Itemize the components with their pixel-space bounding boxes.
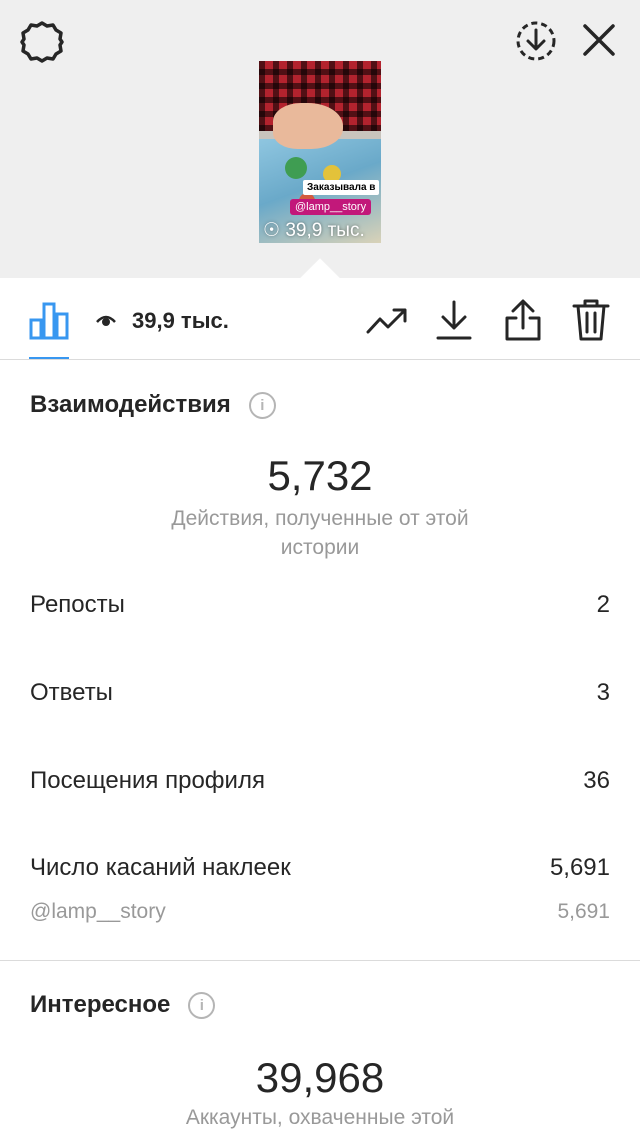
interactions-title: Взаимодействия bbox=[30, 391, 231, 418]
reposts-label: Репосты bbox=[30, 591, 125, 618]
discovery-section-title: Интересное i bbox=[30, 991, 216, 1019]
trend-up-icon[interactable] bbox=[366, 305, 408, 335]
info-icon[interactable]: i bbox=[188, 991, 216, 1019]
gear-icon[interactable] bbox=[20, 20, 64, 64]
discovery-title: Интересное bbox=[30, 991, 171, 1018]
sticker-mention-value: 5,691 bbox=[557, 900, 610, 923]
sticker-taps-value: 5,691 bbox=[549, 854, 610, 881]
replies-label: Ответы bbox=[30, 679, 113, 706]
reposts-value: 2 bbox=[596, 591, 610, 618]
interactions-total: 5,732 bbox=[267, 452, 373, 499]
eye-icon bbox=[96, 315, 116, 326]
thumbnail-views: ☉ 39,9 тыс. bbox=[263, 219, 365, 242]
discovery-total: 39,968 bbox=[255, 1054, 385, 1101]
profile-visits-label: Посещения профиля bbox=[30, 767, 265, 794]
active-tab-indicator bbox=[29, 357, 69, 359]
toolbar-views: 39,9 тыс. bbox=[96, 308, 229, 334]
interactions-caption: Действия, полученные от этой истории bbox=[171, 507, 469, 559]
download-circle-icon[interactable] bbox=[515, 20, 557, 62]
replies-value: 3 bbox=[596, 679, 610, 706]
trash-icon[interactable] bbox=[572, 298, 610, 342]
section-divider bbox=[0, 960, 640, 961]
eye-icon: ☉ bbox=[263, 220, 281, 241]
views-count: 39,9 тыс. bbox=[132, 308, 229, 333]
mention-sticker: @lamp__story bbox=[290, 199, 372, 215]
sticker-mention-label: @lamp__story bbox=[30, 900, 166, 923]
interactions-section-title: Взаимодействия i bbox=[30, 391, 276, 419]
share-icon[interactable] bbox=[504, 298, 542, 342]
sticker-taps-label: Число касаний наклеек bbox=[30, 854, 291, 881]
info-icon[interactable]: i bbox=[248, 391, 276, 419]
story-thumbnail[interactable]: Заказывала в @lamp__story ☉ 39,9 тыс. bbox=[259, 61, 381, 243]
discovery-caption: Аккаунты, охваченные этой bbox=[185, 1106, 455, 1129]
close-icon[interactable] bbox=[582, 23, 616, 57]
download-icon[interactable] bbox=[436, 300, 472, 340]
bar-chart-icon[interactable] bbox=[29, 300, 69, 340]
text-sticker: Заказывала в bbox=[303, 180, 380, 195]
thumbnail-views-count: 39,9 тыс. bbox=[285, 220, 365, 241]
profile-visits-value: 36 bbox=[583, 767, 610, 794]
